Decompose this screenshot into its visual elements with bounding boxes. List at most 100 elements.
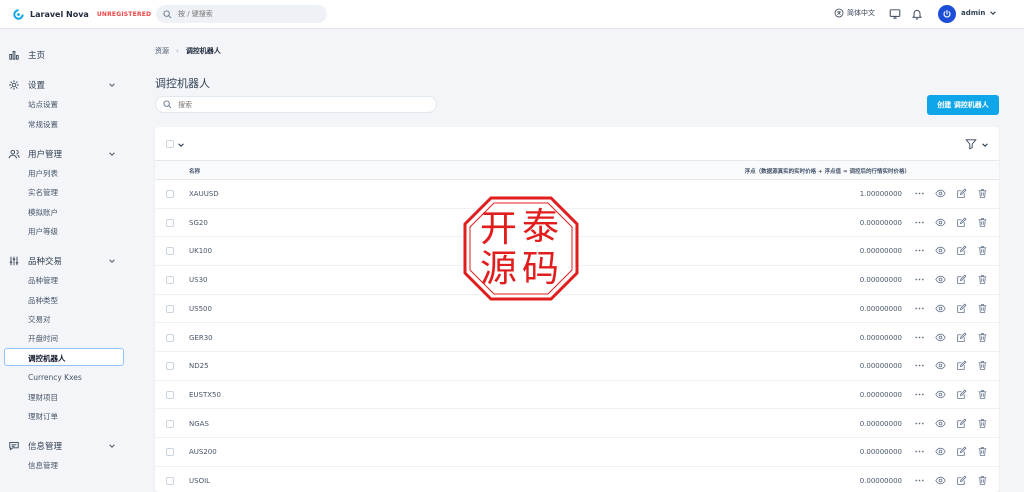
table-row[interactable]: AUS200 0.00000000	[155, 438, 999, 467]
sidebar-group-users[interactable]: 用户管理	[8, 148, 62, 160]
column-name[interactable]: 名称	[189, 167, 200, 175]
sidebar-item-wealth-orders[interactable]: 理财订单	[28, 411, 58, 422]
delete-icon[interactable]	[977, 389, 988, 400]
more-actions-icon[interactable]	[914, 274, 925, 285]
bell-icon[interactable]	[911, 8, 923, 20]
edit-icon[interactable]	[956, 332, 967, 343]
edit-icon[interactable]	[956, 389, 967, 400]
row-checkbox[interactable]	[166, 448, 174, 457]
view-icon[interactable]	[935, 217, 946, 228]
view-icon[interactable]	[935, 303, 946, 314]
view-icon[interactable]	[935, 446, 946, 457]
app-logo[interactable]: Laravel Nova UNREGISTERED	[12, 8, 151, 21]
more-actions-icon[interactable]	[914, 217, 925, 228]
view-icon[interactable]	[935, 389, 946, 400]
edit-icon[interactable]	[956, 274, 967, 285]
edit-icon[interactable]	[956, 446, 967, 457]
sidebar-item-general-settings[interactable]: 常规设置	[28, 119, 58, 130]
more-actions-icon[interactable]	[914, 303, 925, 314]
row-checkbox[interactable]	[166, 333, 174, 342]
chevron-down-icon[interactable]	[177, 141, 185, 149]
sidebar-item-demo-accounts[interactable]: 模拟账户	[28, 207, 58, 218]
view-icon[interactable]	[935, 475, 946, 486]
row-name[interactable]: US500	[189, 305, 212, 313]
sidebar-group-trading[interactable]: 品种交易	[8, 255, 62, 267]
view-icon[interactable]	[935, 245, 946, 256]
sidebar-item-user-list[interactable]: 用户列表	[28, 168, 58, 179]
resource-search[interactable]	[155, 96, 437, 113]
table-row[interactable]: ND25 0.00000000	[155, 352, 999, 381]
breadcrumb-resources[interactable]: 资源	[155, 46, 169, 56]
sidebar-item-user-levels[interactable]: 用户等级	[28, 226, 58, 237]
delete-icon[interactable]	[977, 303, 988, 314]
delete-icon[interactable]	[977, 274, 988, 285]
row-name[interactable]: XAUUSD	[189, 190, 219, 198]
delete-icon[interactable]	[977, 188, 988, 199]
row-checkbox[interactable]	[166, 276, 174, 285]
table-row[interactable]: NGAS 0.00000000	[155, 410, 999, 439]
chevron-down-icon[interactable]	[108, 150, 116, 158]
table-row[interactable]: EUSTX50 0.00000000	[155, 381, 999, 410]
sidebar-item-symbols[interactable]: 品种管理	[28, 275, 58, 286]
chevron-down-icon[interactable]	[108, 257, 116, 265]
global-search[interactable]	[156, 5, 327, 23]
row-name[interactable]: UK100	[189, 247, 212, 255]
table-row[interactable]: USOIL 0.00000000	[155, 467, 999, 492]
row-checkbox[interactable]	[166, 304, 174, 313]
view-icon[interactable]	[935, 274, 946, 285]
row-checkbox[interactable]	[166, 218, 174, 227]
avatar[interactable]	[938, 5, 956, 23]
select-all-checkbox[interactable]	[166, 140, 174, 148]
sidebar-item-home[interactable]: 主页	[8, 49, 45, 61]
row-checkbox[interactable]	[166, 190, 174, 198]
filter-icon[interactable]	[965, 138, 977, 150]
sidebar-item-trading-pairs[interactable]: 交易对	[28, 314, 51, 325]
edit-icon[interactable]	[956, 303, 967, 314]
row-name[interactable]: SG20	[189, 219, 208, 227]
delete-icon[interactable]	[977, 418, 988, 429]
row-name[interactable]: NGAS	[189, 420, 209, 428]
edit-icon[interactable]	[956, 217, 967, 228]
chevron-down-icon[interactable]	[108, 81, 116, 89]
row-checkbox[interactable]	[166, 477, 174, 485]
more-actions-icon[interactable]	[914, 389, 925, 400]
view-icon[interactable]	[935, 418, 946, 429]
edit-icon[interactable]	[956, 360, 967, 371]
global-search-input[interactable]	[178, 10, 318, 18]
more-actions-icon[interactable]	[914, 475, 925, 486]
row-name[interactable]: GER30	[189, 334, 213, 342]
sidebar-item-wealth-projects[interactable]: 理财项目	[28, 392, 58, 403]
sidebar-item-kyc[interactable]: 实名管理	[28, 187, 58, 198]
delete-icon[interactable]	[977, 217, 988, 228]
column-float[interactable]: 浮点（数据源真实的实时价格 + 浮点值 = 调控后的行情实时价格）	[745, 167, 910, 175]
table-row[interactable]: GER30 0.00000000	[155, 324, 999, 352]
more-actions-icon[interactable]	[914, 332, 925, 343]
delete-icon[interactable]	[977, 245, 988, 256]
row-checkbox[interactable]	[166, 419, 174, 428]
edit-icon[interactable]	[956, 188, 967, 199]
more-actions-icon[interactable]	[914, 360, 925, 371]
sidebar-item-site-settings[interactable]: 站点设置	[28, 99, 58, 110]
more-actions-icon[interactable]	[914, 245, 925, 256]
edit-icon[interactable]	[956, 475, 967, 486]
row-name[interactable]: EUSTX50	[189, 391, 221, 399]
sidebar-item-symbol-types[interactable]: 品种类型	[28, 295, 58, 306]
chevron-down-icon[interactable]	[981, 141, 989, 149]
sidebar-group-settings[interactable]: 设置	[8, 79, 45, 91]
view-icon[interactable]	[935, 360, 946, 371]
language-switcher[interactable]: 简体中文	[834, 8, 875, 18]
sidebar-item-messages[interactable]: 信息管理	[28, 460, 58, 471]
chevron-down-icon[interactable]	[108, 442, 116, 450]
more-actions-icon[interactable]	[914, 188, 925, 199]
view-icon[interactable]	[935, 332, 946, 343]
sidebar-group-messages[interactable]: 信息管理	[8, 440, 62, 452]
row-checkbox[interactable]	[166, 390, 174, 399]
monitor-icon[interactable]	[889, 8, 901, 20]
create-control-bot-button[interactable]: 创建 调控机器人	[927, 95, 999, 115]
row-name[interactable]: US30	[189, 276, 207, 284]
row-checkbox[interactable]	[166, 362, 174, 371]
delete-icon[interactable]	[977, 475, 988, 486]
edit-icon[interactable]	[956, 418, 967, 429]
user-menu[interactable]: admin	[961, 9, 997, 17]
sidebar-item-currency-kxes[interactable]: Currency Kxes	[28, 373, 82, 382]
